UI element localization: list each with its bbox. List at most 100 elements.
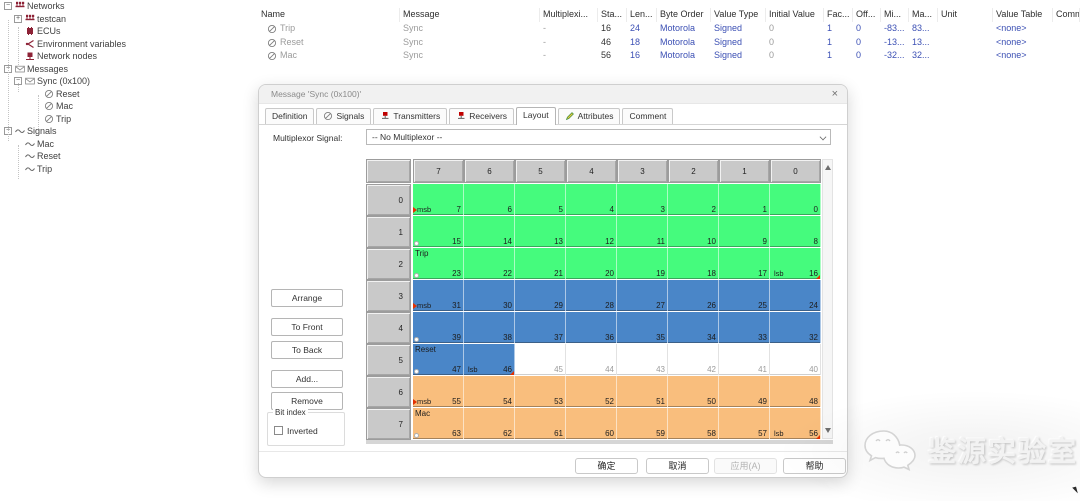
tab-attributes[interactable]: Attributes	[558, 108, 621, 124]
bit-cell-0[interactable]: 0	[770, 184, 821, 215]
bit-cell-42[interactable]: 42	[668, 344, 719, 375]
tab-signals[interactable]: Signals	[316, 108, 371, 124]
bit-cell-49[interactable]: 49	[719, 376, 770, 407]
drag-handle[interactable]	[414, 273, 419, 278]
bit-cell-28[interactable]: 28	[566, 280, 617, 311]
to-front-button[interactable]: To Front	[271, 318, 343, 336]
drag-handle[interactable]	[414, 433, 419, 438]
close-icon[interactable]: ×	[832, 88, 838, 100]
bit-cell-22[interactable]: 22	[464, 248, 515, 279]
column-header[interactable]: Value Table	[993, 8, 1053, 22]
bit-cell-45[interactable]: 45	[515, 344, 566, 375]
bit-cell-40[interactable]: 40	[770, 344, 821, 375]
to-back-button[interactable]: To Back	[271, 341, 343, 359]
tree-item-sync-0x100-[interactable]: −Sync (0x100)	[0, 75, 250, 88]
bit-cell-37[interactable]: 37	[515, 312, 566, 343]
bit-cell-63[interactable]: 63Mac	[413, 408, 464, 439]
bit-cell-4[interactable]: 4	[566, 184, 617, 215]
table-row[interactable]: MacSync-5616MotorolaSigned010-32...32...…	[258, 49, 1080, 63]
bit-cell-21[interactable]: 21	[515, 248, 566, 279]
cancel-button[interactable]: 取消	[646, 458, 709, 474]
bit-cell-27[interactable]: 27	[617, 280, 668, 311]
bit-cell-15[interactable]: 15	[413, 216, 464, 247]
bit-cell-50[interactable]: 50	[668, 376, 719, 407]
add-button[interactable]: Add...	[271, 370, 343, 388]
bit-cell-18[interactable]: 18	[668, 248, 719, 279]
inverted-checkbox[interactable]	[274, 426, 283, 435]
bit-cell-46[interactable]: 46lsb	[464, 344, 515, 375]
bit-cell-11[interactable]: 11	[617, 216, 668, 247]
bit-cell-58[interactable]: 58	[668, 408, 719, 439]
bit-cell-61[interactable]: 61	[515, 408, 566, 439]
expand-icon[interactable]: +	[14, 15, 22, 23]
column-header[interactable]: Initial Value	[766, 8, 824, 22]
bit-cell-52[interactable]: 52	[566, 376, 617, 407]
tree-item-ecus[interactable]: ECUs	[0, 25, 250, 38]
bit-cell-13[interactable]: 13	[515, 216, 566, 247]
column-header[interactable]: Ma...	[909, 8, 938, 22]
column-header[interactable]: Mi...	[881, 8, 909, 22]
tree-item-messages[interactable]: −Messages	[0, 63, 250, 76]
bit-cell-3[interactable]: 3	[617, 184, 668, 215]
bit-cell-16[interactable]: 16lsb	[770, 248, 821, 279]
bit-cell-23[interactable]: 23Trip	[413, 248, 464, 279]
ok-button[interactable]: 确定	[575, 458, 638, 474]
bit-cell-26[interactable]: 26	[668, 280, 719, 311]
bit-cell-17[interactable]: 17	[719, 248, 770, 279]
column-header[interactable]: Byte Order	[657, 8, 711, 22]
arrange-button[interactable]: Arrange	[271, 289, 343, 307]
tab-transmitters[interactable]: Transmitters	[373, 108, 447, 124]
bit-cell-24[interactable]: 24	[770, 280, 821, 311]
bit-cell-57[interactable]: 57	[719, 408, 770, 439]
bit-cell-1[interactable]: 1	[719, 184, 770, 215]
bit-cell-55[interactable]: 55msb	[413, 376, 464, 407]
column-header[interactable]: Len...	[627, 8, 657, 22]
scroll-up-icon[interactable]	[825, 165, 831, 170]
bit-cell-29[interactable]: 29	[515, 280, 566, 311]
bit-cell-35[interactable]: 35	[617, 312, 668, 343]
bit-cell-44[interactable]: 44	[566, 344, 617, 375]
bit-cell-43[interactable]: 43	[617, 344, 668, 375]
column-header[interactable]: Name	[258, 8, 400, 22]
column-header[interactable]: Comm	[1053, 8, 1080, 22]
bit-cell-32[interactable]: 32	[770, 312, 821, 343]
tree-item-network-nodes[interactable]: Network nodes	[0, 50, 250, 63]
bit-cell-59[interactable]: 59	[617, 408, 668, 439]
bit-cell-41[interactable]: 41	[719, 344, 770, 375]
bit-cell-6[interactable]: 6	[464, 184, 515, 215]
drag-handle[interactable]	[414, 337, 419, 342]
tree-item-mac[interactable]: Mac	[0, 138, 250, 151]
bit-cell-19[interactable]: 19	[617, 248, 668, 279]
multiplexor-select[interactable]: -- No Multiplexor --	[366, 129, 831, 145]
tab-layout[interactable]: Layout	[516, 107, 556, 125]
bit-cell-31[interactable]: 31msb	[413, 280, 464, 311]
bit-cell-62[interactable]: 62	[464, 408, 515, 439]
bit-cell-8[interactable]: 8	[770, 216, 821, 247]
bit-cell-47[interactable]: 47Reset	[413, 344, 464, 375]
bit-cell-9[interactable]: 9	[719, 216, 770, 247]
column-header[interactable]: Unit	[938, 8, 993, 22]
bit-cell-33[interactable]: 33	[719, 312, 770, 343]
tree-item-networks[interactable]: −Networks	[0, 0, 250, 13]
bit-cell-30[interactable]: 30	[464, 280, 515, 311]
bit-cell-54[interactable]: 54	[464, 376, 515, 407]
bit-cell-12[interactable]: 12	[566, 216, 617, 247]
tab-definition[interactable]: Definition	[265, 108, 314, 124]
column-header[interactable]: Sta...	[598, 8, 627, 22]
bit-cell-53[interactable]: 53	[515, 376, 566, 407]
table-row[interactable]: TripSync-1624MotorolaSigned010-83...83..…	[258, 22, 1080, 36]
bit-cell-14[interactable]: 14	[464, 216, 515, 247]
bit-cell-7[interactable]: 7msb	[413, 184, 464, 215]
bit-cell-2[interactable]: 2	[668, 184, 719, 215]
column-header[interactable]: Fac...	[824, 8, 853, 22]
tree-item-reset[interactable]: Reset	[0, 150, 250, 163]
bit-cell-25[interactable]: 25	[719, 280, 770, 311]
tree-item-testcan[interactable]: +testcan	[0, 13, 250, 26]
column-header[interactable]: Off...	[853, 8, 881, 22]
bit-cell-10[interactable]: 10	[668, 216, 719, 247]
bit-cell-39[interactable]: 39	[413, 312, 464, 343]
collapse-icon[interactable]: −	[4, 2, 12, 10]
bit-cell-5[interactable]: 5	[515, 184, 566, 215]
tree-item-environment-variables[interactable]: Environment variables	[0, 38, 250, 51]
drag-handle[interactable]	[414, 241, 419, 246]
